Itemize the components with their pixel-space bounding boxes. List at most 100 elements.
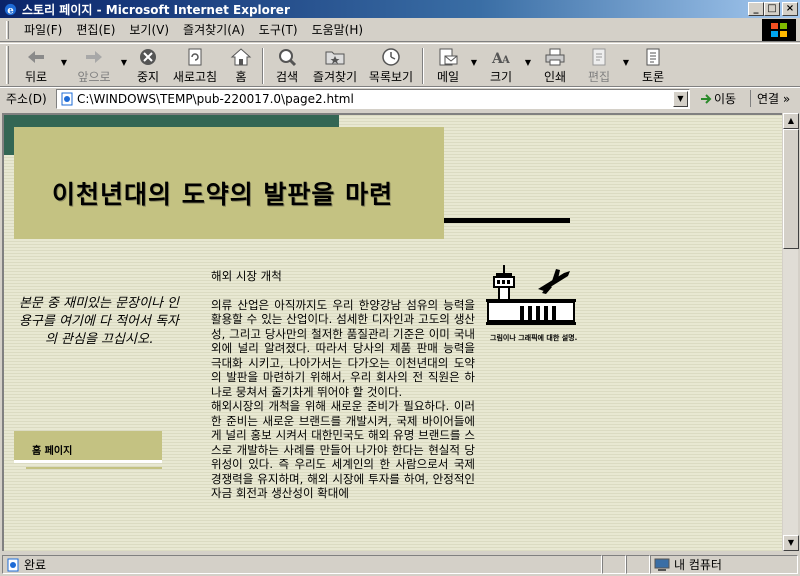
zone-text: 내 컴퓨터 — [674, 558, 722, 572]
page-content: 이천년대의 도약의 발판을 마련 본문 중 재미있는 문장이나 인용구를 여기에… — [2, 113, 782, 551]
article-body: 해외 시장 개척 의류 산업은 아직까지도 우리 한양강남 섬유의 능력을 활용… — [211, 269, 475, 501]
forward-dropdown-icon[interactable]: ▼ — [119, 44, 129, 67]
size-label: 크기 — [489, 70, 513, 84]
vertical-scrollbar[interactable]: ▲ ▼ — [782, 113, 799, 551]
windows-logo-icon — [762, 19, 796, 41]
menu-bar: 파일(F) 편집(E) 보기(V) 즐겨찾기(A) 도구(T) 도움말(H) — [0, 18, 800, 42]
page-icon — [61, 92, 73, 106]
back-arrow-icon — [28, 51, 44, 63]
minimize-button[interactable]: _ — [748, 2, 764, 16]
menu-favorites[interactable]: 즐겨찾기(A) — [176, 21, 252, 38]
toolbar-grip[interactable] — [6, 46, 9, 84]
favorites-folder-icon — [325, 51, 345, 65]
address-label: 주소(D) — [6, 92, 47, 106]
svg-text:e: e — [7, 4, 14, 16]
toolbar-separator — [422, 48, 424, 84]
go-label: 이동 — [714, 92, 737, 106]
article-subheading: 해외 시장 개척 — [211, 269, 282, 283]
title-bar[interactable]: e 스토리 페이지 - Microsoft Internet Explorer … — [0, 0, 800, 18]
size-button[interactable]: AA 크기 — [479, 44, 523, 86]
status-pane-main: 완료 — [2, 555, 602, 574]
airport-tower-icon — [486, 265, 576, 325]
menu-view[interactable]: 보기(V) — [122, 21, 176, 38]
heading-underline — [444, 218, 570, 223]
status-pane-blank — [626, 555, 650, 574]
go-arrow-icon — [701, 93, 712, 104]
scroll-down-icon[interactable]: ▼ — [783, 535, 799, 551]
discuss-button[interactable]: 토론 — [631, 44, 675, 86]
favorites-button[interactable]: 즐겨찾기 — [307, 44, 363, 86]
edit-label: 편집 — [587, 70, 611, 84]
forward-arrow-icon — [86, 51, 102, 63]
page-heading: 이천년대의 도약의 발판을 마련 — [52, 180, 394, 209]
done-page-icon — [7, 558, 19, 571]
ie-icon: e — [4, 3, 17, 16]
printer-icon — [545, 48, 565, 66]
scroll-up-icon[interactable]: ▲ — [783, 113, 799, 129]
nav-divider — [26, 467, 162, 469]
text-size-icon: AA — [491, 51, 510, 67]
links-toolbar[interactable]: 연결 » — [750, 90, 790, 107]
menu-file[interactable]: 파일(F) — [17, 21, 69, 38]
home-label: 홈 — [235, 70, 247, 84]
favorites-label: 즐겨찾기 — [312, 70, 358, 84]
search-icon — [279, 49, 297, 67]
history-label: 목록보기 — [368, 70, 414, 84]
mail-label: 메일 — [436, 70, 460, 84]
standard-toolbar: 뒤로 ▼ 앞으로 ▼ 중지 새로고침 홈 검색 즐겨찾기 목록보기 메일 ▼ A… — [0, 43, 800, 87]
status-text: 완료 — [24, 558, 47, 572]
image-caption: 그림이나 그래픽에 대한 설명. — [490, 334, 578, 342]
menu-grip[interactable] — [6, 20, 9, 39]
address-input[interactable]: C:\WINDOWS\TEMP\pub-220017.0\page2.html … — [56, 89, 690, 109]
stop-button[interactable]: 중지 — [129, 44, 167, 86]
scroll-thumb[interactable] — [783, 129, 799, 249]
article-paragraph-1: 의류 산업은 아직까지도 우리 한양강남 섬유의 능력을 활용할 수 있는 산업… — [211, 297, 475, 399]
refresh-button[interactable]: 새로고침 — [167, 44, 223, 86]
back-label: 뒤로 — [24, 70, 48, 84]
address-dropdown-icon[interactable]: ▼ — [673, 91, 688, 107]
discuss-label: 토론 — [641, 70, 665, 84]
article-paragraph-2: 해외시장의 개척을 위해 새로운 준비가 필요하다. 이러한 준비는 새로운 브… — [211, 399, 475, 500]
maximize-button[interactable]: □ — [764, 2, 780, 16]
home-nav-link[interactable]: 홈 페이지 — [32, 442, 72, 457]
menu-tools[interactable]: 도구(T) — [252, 21, 305, 38]
home-button[interactable]: 홈 — [223, 44, 259, 86]
svg-text:A: A — [501, 55, 510, 66]
menu-edit[interactable]: 편집(E) — [69, 21, 122, 38]
refresh-icon — [188, 48, 202, 66]
back-dropdown-icon[interactable]: ▼ — [59, 44, 69, 67]
status-bar: 완료 내 컴퓨터 — [0, 553, 800, 576]
stop-label: 중지 — [136, 70, 160, 84]
print-button[interactable]: 인쇄 — [533, 44, 577, 86]
address-url[interactable]: C:\WINDOWS\TEMP\pub-220017.0\page2.html — [77, 92, 354, 106]
forward-label: 앞으로 — [77, 70, 111, 84]
toolbar-separator — [262, 48, 264, 84]
refresh-label: 새로고침 — [172, 70, 218, 84]
print-label: 인쇄 — [543, 70, 567, 84]
status-pane-zone: 내 컴퓨터 — [650, 555, 798, 574]
size-dropdown-icon[interactable]: ▼ — [523, 44, 533, 67]
close-button[interactable]: × — [782, 2, 798, 16]
mail-button[interactable]: 메일 — [427, 44, 469, 86]
discuss-icon — [646, 48, 660, 66]
edit-button[interactable]: 편집 — [577, 44, 621, 86]
stop-icon — [140, 49, 156, 65]
back-button[interactable]: 뒤로 — [13, 44, 59, 86]
address-bar: 주소(D) C:\WINDOWS\TEMP\pub-220017.0\page2… — [0, 87, 800, 109]
menu-help[interactable]: 도움말(H) — [305, 21, 371, 38]
mail-icon — [439, 48, 458, 66]
window-title: 스토리 페이지 - Microsoft Internet Explorer — [22, 2, 290, 17]
history-icon — [382, 48, 400, 66]
go-button[interactable]: 이동 — [698, 90, 736, 107]
pull-quote: 본문 중 재미있는 문장이나 인용구를 여기에 다 적어서 독자의 관심을 끄십… — [18, 296, 180, 347]
search-button[interactable]: 검색 — [267, 44, 307, 86]
home-icon — [230, 48, 252, 66]
forward-button[interactable]: 앞으로 — [69, 44, 119, 86]
edit-dropdown-icon[interactable]: ▼ — [621, 44, 631, 67]
edit-page-icon — [592, 48, 606, 66]
history-button[interactable]: 목록보기 — [363, 44, 419, 86]
mail-dropdown-icon[interactable]: ▼ — [469, 44, 479, 67]
search-label: 검색 — [275, 70, 299, 84]
status-pane-blank — [602, 555, 626, 574]
my-computer-icon — [654, 558, 670, 571]
